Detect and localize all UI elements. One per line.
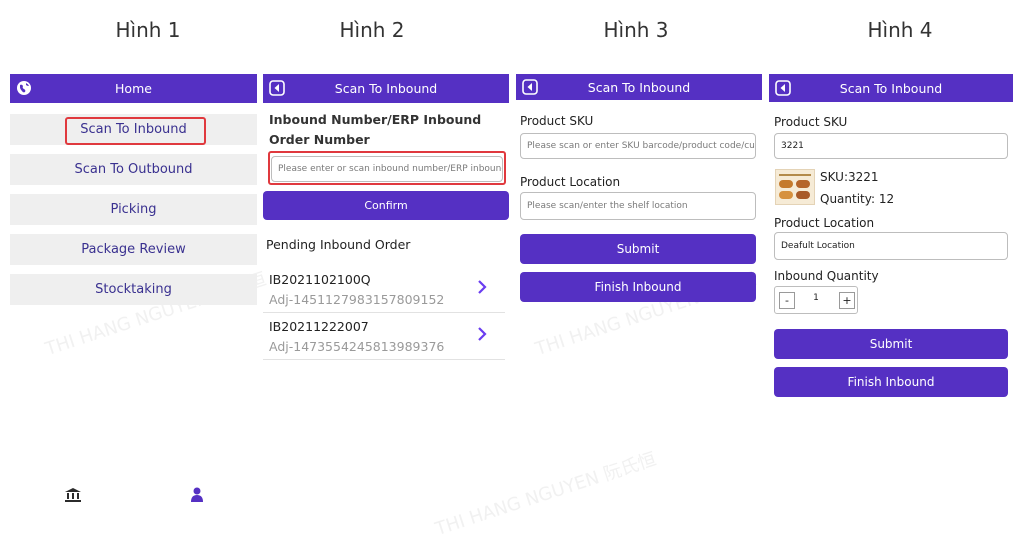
confirm-button[interactable]: Confirm — [263, 191, 509, 220]
finish-inbound-button[interactable]: Finish Inbound — [520, 272, 756, 302]
header-title: Scan To Inbound — [839, 80, 943, 96]
globe-icon[interactable] — [16, 80, 32, 96]
menu-item-package-review[interactable]: Package Review — [10, 234, 257, 265]
quantity-value[interactable]: 1 — [805, 293, 827, 303]
screen-home: Home Scan To Inbound Scan To Outbound Pi… — [10, 74, 257, 514]
screen-scan-inbound-quantity: Scan To Inbound Product SKU 3221 SKU:322… — [769, 74, 1013, 397]
menu-item-stocktaking[interactable]: Stocktaking — [10, 274, 257, 305]
order-number: IB20211222007 — [269, 319, 369, 334]
user-icon[interactable] — [190, 487, 204, 503]
order-adj: Adj-1473554245813989376 — [269, 339, 445, 354]
screen-scan-inbound-order: Scan To Inbound Inbound Number/ERP Inbou… — [263, 74, 509, 360]
figure-title-1: Hình 1 — [115, 18, 181, 42]
inbound-number-label: Inbound Number/ERP Inbound Order Number — [269, 112, 482, 147]
menu-item-picking[interactable]: Picking — [10, 194, 257, 225]
quantity-stepper: - 1 + — [774, 286, 858, 314]
inbound-quantity-label: Inbound Quantity — [774, 269, 879, 283]
header-title: Home — [115, 81, 152, 96]
order-number: IB2021102100Q — [269, 272, 371, 287]
figure-title-2: Hình 2 — [339, 18, 405, 42]
order-adj: Adj-1451127983157809152 — [269, 292, 445, 307]
submit-button[interactable]: Submit — [774, 329, 1008, 359]
decrement-button[interactable]: - — [779, 292, 795, 309]
watermark: THI HANG NGUYEN 阮氏恒 — [432, 448, 659, 541]
figure-title-4: Hình 4 — [867, 18, 933, 42]
location-input[interactable]: Deafult Location — [774, 232, 1008, 260]
location-input[interactable]: Please scan/enter the shelf location — [520, 192, 756, 220]
header: Scan To Inbound — [769, 74, 1013, 102]
screen-scan-inbound-sku: Scan To Inbound Product SKU Please scan … — [516, 74, 762, 302]
highlight-box — [268, 151, 506, 185]
header-title: Scan To Inbound — [334, 81, 438, 96]
highlight-box — [65, 117, 206, 145]
header-title: Scan To Inbound — [587, 79, 691, 95]
back-icon[interactable] — [775, 80, 791, 96]
header: Scan To Inbound — [516, 74, 762, 100]
product-thumbnail — [775, 169, 815, 205]
menu-label: Picking — [110, 202, 157, 217]
product-sku: SKU:3221 — [820, 170, 879, 184]
list-item[interactable]: IB2021102100Q Adj-1451127983157809152 — [263, 266, 505, 313]
submit-button[interactable]: Submit — [520, 234, 756, 264]
back-icon[interactable] — [269, 80, 285, 96]
bank-icon[interactable] — [64, 487, 82, 503]
back-icon[interactable] — [522, 79, 538, 95]
location-label: Product Location — [774, 216, 875, 230]
chevron-right-icon — [478, 327, 487, 341]
pending-title: Pending Inbound Order — [266, 237, 411, 252]
sku-label: Product SKU — [774, 115, 848, 129]
header: Home — [10, 74, 257, 103]
sku-input[interactable]: Please scan or enter SKU barcode/product… — [520, 133, 756, 159]
product-quantity: Quantity: 12 — [820, 192, 895, 206]
menu-label: Package Review — [81, 242, 186, 257]
pending-list: IB2021102100Q Adj-1451127983157809152 IB… — [263, 266, 505, 360]
menu-item-scan-to-outbound[interactable]: Scan To Outbound — [10, 154, 257, 185]
sku-input[interactable]: 3221 — [774, 133, 1008, 159]
finish-inbound-button[interactable]: Finish Inbound — [774, 367, 1008, 397]
chevron-right-icon — [478, 280, 487, 294]
list-item[interactable]: IB20211222007 Adj-1473554245813989376 — [263, 313, 505, 360]
menu-label: Scan To Outbound — [74, 162, 193, 177]
location-label: Product Location — [520, 175, 621, 189]
sku-label: Product SKU — [520, 114, 594, 128]
header: Scan To Inbound — [263, 74, 509, 103]
figure-title-3: Hình 3 — [603, 18, 669, 42]
increment-button[interactable]: + — [839, 292, 855, 309]
menu-label: Stocktaking — [95, 282, 172, 297]
